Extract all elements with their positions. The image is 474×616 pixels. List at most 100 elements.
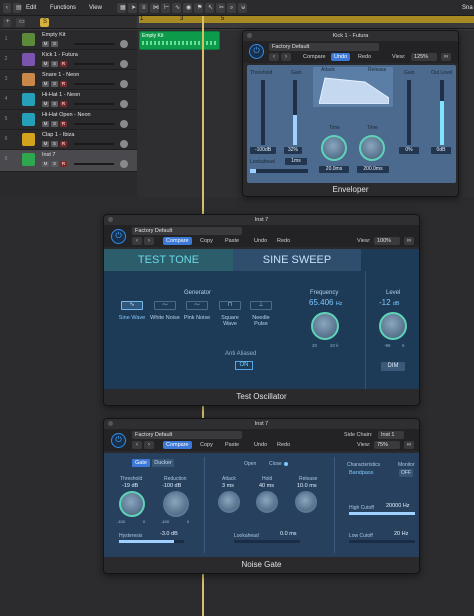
prev-preset-icon[interactable]: ‹: [132, 237, 142, 245]
attack-knob[interactable]: [218, 491, 240, 513]
track-row-selected[interactable]: 8 Inst 7 M S R: [0, 150, 137, 172]
gain-left-slider[interactable]: [293, 80, 297, 145]
link-icon[interactable]: ∞: [404, 237, 414, 245]
tab-sine-sweep[interactable]: SINE SWEEP: [233, 249, 361, 271]
lookahead-value[interactable]: 1ms: [285, 158, 307, 165]
characteristics-menu[interactable]: Bandpass: [349, 470, 373, 476]
view-zoom-menu[interactable]: 75%: [374, 441, 400, 449]
square-wave-button[interactable]: ⊓: [219, 301, 241, 310]
cursor-icon[interactable]: ↖: [205, 3, 214, 13]
pan-knob[interactable]: [120, 40, 128, 48]
track-name[interactable]: Empty Kit: [42, 32, 66, 38]
record-button[interactable]: R: [60, 101, 67, 107]
high-cutoff-value[interactable]: 20000 Hz: [386, 503, 410, 509]
pan-knob[interactable]: [120, 100, 128, 108]
white-noise-button[interactable]: ⁓: [154, 301, 176, 310]
functions-menu[interactable]: Functions: [50, 3, 76, 13]
next-preset-icon[interactable]: ›: [281, 53, 291, 61]
catalog-icon[interactable]: ▤: [13, 3, 22, 13]
solo-button[interactable]: S: [51, 141, 58, 147]
track-row[interactable]: 2 Kick 1 - Futura M S R: [0, 50, 137, 70]
side-chain-menu[interactable]: Inst 1: [378, 431, 404, 439]
record-button[interactable]: R: [60, 81, 67, 87]
mute-button[interactable]: M: [42, 101, 49, 107]
view-menu[interactable]: View: [89, 3, 102, 13]
record-button[interactable]: R: [60, 61, 67, 67]
solo-button[interactable]: S: [51, 121, 58, 127]
threshold-knob[interactable]: [119, 491, 145, 517]
solo-button[interactable]: S: [51, 101, 58, 107]
dim-button[interactable]: DIM: [381, 362, 405, 371]
frequency-value[interactable]: 65.406 Hz: [309, 298, 342, 307]
solo-button[interactable]: S: [51, 41, 58, 47]
folder-icon[interactable]: ▭: [16, 18, 25, 27]
hysteresis-value[interactable]: -3.0 dB: [160, 531, 178, 537]
hysteresis-slider[interactable]: [119, 540, 184, 543]
track-name[interactable]: Hi-Hat 1 - Neon: [42, 92, 80, 98]
cycle-region[interactable]: [139, 16, 474, 23]
power-icon[interactable]: ⏻: [111, 433, 126, 448]
attack-time-value[interactable]: 20.0ms: [319, 166, 349, 173]
compare-button[interactable]: Compare: [300, 53, 329, 61]
next-preset-icon[interactable]: ›: [144, 441, 154, 449]
volume-fader[interactable]: [74, 83, 114, 85]
add-track-icon[interactable]: +: [3, 18, 11, 27]
copy-button[interactable]: Copy: [197, 441, 216, 449]
paste-button[interactable]: Paste: [222, 237, 242, 245]
release-value[interactable]: 10.0 ms: [297, 483, 317, 489]
volume-fader[interactable]: [74, 43, 114, 45]
next-preset-icon[interactable]: ›: [144, 237, 154, 245]
low-cutoff-slider[interactable]: [349, 540, 415, 543]
lookahead-value[interactable]: 0.0 ms: [280, 531, 297, 537]
undo-button[interactable]: Undo: [251, 441, 270, 449]
threshold-value[interactable]: -19 dB: [122, 483, 138, 489]
preset-menu[interactable]: Factory Default: [132, 431, 242, 439]
edit-menu[interactable]: Edit: [26, 3, 36, 13]
track-name[interactable]: Clap 1 - Ibiza: [42, 132, 74, 138]
eye-icon[interactable]: ◉: [183, 3, 192, 13]
track-row[interactable]: 5 Hi-Hat Open - Neon M S R: [0, 110, 137, 130]
redo-button[interactable]: Redo: [274, 441, 293, 449]
link-icon[interactable]: ∞: [404, 441, 414, 449]
close-icon[interactable]: [247, 33, 252, 38]
preset-menu[interactable]: Factory Default: [132, 227, 242, 235]
link-icon[interactable]: ∞: [441, 53, 451, 61]
level-value[interactable]: -12 dB: [379, 298, 400, 307]
snap-menu[interactable]: Sna: [462, 3, 473, 13]
low-cutoff-value[interactable]: 20 Hz: [394, 531, 408, 537]
volume-fader[interactable]: [74, 63, 114, 65]
mute-button[interactable]: M: [42, 141, 49, 147]
volume-fader[interactable]: [74, 163, 114, 165]
track-name[interactable]: Hi-Hat Open - Neon: [42, 112, 91, 118]
volume-fader[interactable]: [74, 123, 114, 125]
track-row[interactable]: 3 Snare 1 - Neon M S R: [0, 70, 137, 90]
solo-badge[interactable]: S: [40, 18, 49, 27]
back-icon[interactable]: ‹: [3, 3, 11, 13]
record-button[interactable]: R: [60, 121, 67, 127]
track-row[interactable]: 6 Clap 1 - Ibiza M S R: [0, 130, 137, 150]
zoom-icon[interactable]: ⌕: [227, 3, 236, 13]
lookahead-slider[interactable]: [250, 169, 308, 173]
release-knob[interactable]: [295, 491, 317, 513]
sine-wave-button[interactable]: ∿: [121, 301, 143, 310]
gain-right-slider[interactable]: [407, 80, 411, 145]
threshold-slider[interactable]: [261, 80, 265, 145]
compare-button[interactable]: Compare: [163, 237, 192, 245]
pointer-icon[interactable]: ➤: [128, 3, 137, 13]
monitor-toggle[interactable]: OFF: [399, 469, 413, 477]
undo-button[interactable]: Undo: [251, 237, 270, 245]
close-icon[interactable]: [108, 217, 113, 222]
track-row[interactable]: 4 Hi-Hat 1 - Neon M S R: [0, 90, 137, 110]
solo-button[interactable]: S: [51, 61, 58, 67]
mute-button[interactable]: M: [42, 61, 49, 67]
gain-right-value[interactable]: 0%: [399, 147, 419, 154]
magnet-icon[interactable]: ⊍: [238, 3, 247, 13]
mute-button[interactable]: M: [42, 81, 49, 87]
attack-time-knob[interactable]: [321, 135, 347, 161]
level-knob[interactable]: [379, 312, 407, 340]
compare-button[interactable]: Compare: [163, 441, 192, 449]
redo-button[interactable]: Redo: [355, 53, 374, 61]
close-icon[interactable]: [108, 421, 113, 426]
grid-icon[interactable]: ▦: [117, 3, 126, 13]
gate-mode-button[interactable]: Gate: [132, 459, 150, 467]
